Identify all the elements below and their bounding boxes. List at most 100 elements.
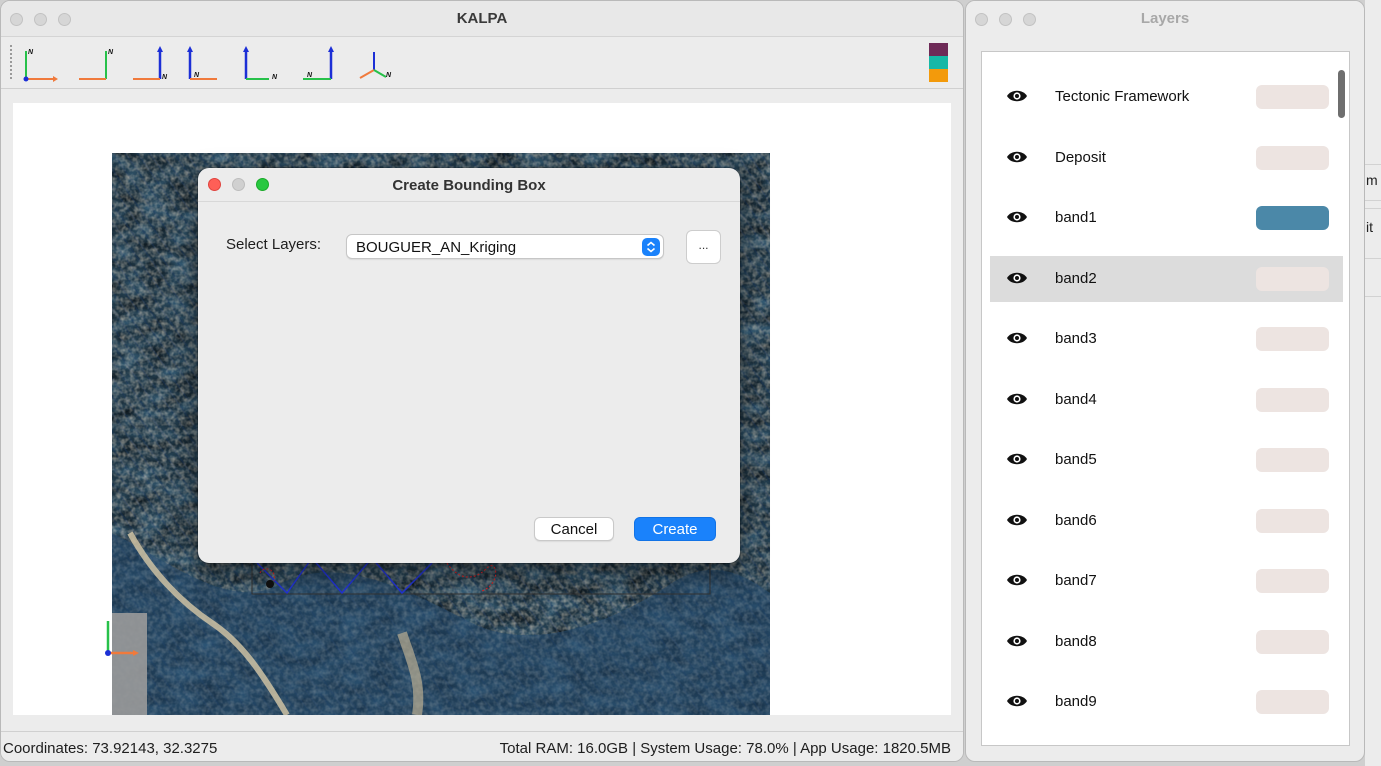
layer-name: Tectonic Framework	[1055, 88, 1190, 105]
selected-layer-value: BOUGUER_AN_Kriging	[356, 239, 517, 256]
north-label: N	[194, 72, 200, 79]
eye-visibility-icon[interactable]	[1006, 572, 1028, 588]
view-button-1[interactable]: N	[19, 43, 61, 85]
browse-layers-button[interactable]: ...	[686, 230, 721, 264]
layer-color-swatch[interactable]	[1256, 85, 1329, 109]
layer-row[interactable]: Deposit	[990, 135, 1343, 181]
coordinates-readout: Coordinates: 73.92143, 32.3275	[3, 740, 218, 757]
background-text-fragment: m	[1366, 172, 1378, 188]
layer-row[interactable]: band7	[990, 558, 1343, 604]
eye-visibility-icon[interactable]	[1006, 149, 1028, 165]
eye-visibility-icon[interactable]	[1006, 693, 1028, 709]
dialog-title-separator	[198, 201, 740, 202]
north-label: N	[162, 74, 168, 81]
background-divider	[1365, 164, 1381, 165]
layer-color-swatch[interactable]	[1256, 448, 1329, 472]
layer-name: band9	[1055, 693, 1097, 710]
create-button[interactable]: Create	[634, 517, 716, 541]
layer-color-swatch[interactable]	[1256, 327, 1329, 351]
swatch-orange	[929, 69, 948, 82]
select-layers-label: Select Layers:	[226, 236, 322, 253]
axis-view-4-icon: N	[187, 46, 217, 80]
north-label: N	[386, 72, 392, 79]
view-button-3[interactable]: N	[129, 43, 171, 85]
layer-row[interactable]: band2	[990, 256, 1343, 302]
eye-visibility-icon[interactable]	[1006, 633, 1028, 649]
axis-view-3d-icon: N	[359, 52, 392, 79]
background-text-fragment: it	[1366, 219, 1373, 235]
toolbar-grip[interactable]	[10, 45, 12, 79]
layer-color-swatch[interactable]	[1256, 690, 1329, 714]
north-label: N	[108, 49, 114, 56]
eye-visibility-icon[interactable]	[1006, 512, 1028, 528]
layer-name: band1	[1055, 209, 1097, 226]
dialog-title: Create Bounding Box	[392, 177, 546, 194]
map-axis-indicator	[105, 621, 139, 656]
select-arrows-icon	[642, 238, 660, 256]
north-label: N	[272, 74, 278, 81]
eye-visibility-icon[interactable]	[1006, 209, 1028, 225]
background-divider	[1365, 258, 1381, 259]
swatch-purple	[929, 43, 948, 56]
background-divider	[1365, 200, 1381, 201]
eye-visibility-icon[interactable]	[1006, 88, 1028, 104]
eye-visibility-icon[interactable]	[1006, 451, 1028, 467]
view-toolbar: N N N N N N N	[1, 37, 963, 89]
background-divider	[1365, 296, 1381, 297]
layer-name: band5	[1055, 451, 1097, 468]
layer-row[interactable]: band1	[990, 195, 1343, 241]
layer-color-swatch[interactable]	[1256, 267, 1329, 291]
eye-visibility-icon[interactable]	[1006, 270, 1028, 286]
eye-visibility-icon[interactable]	[1006, 330, 1028, 346]
layer-color-swatch[interactable]	[1256, 206, 1329, 230]
layer-color-swatch[interactable]	[1256, 630, 1329, 654]
axis-view-3-icon: N	[133, 46, 168, 81]
layer-name: band6	[1055, 512, 1097, 529]
layer-color-swatch[interactable]	[1256, 509, 1329, 533]
layer-name: band3	[1055, 330, 1097, 347]
layer-name: band2	[1055, 270, 1097, 287]
layer-row[interactable]: Tectonic Framework	[990, 74, 1343, 120]
color-swatches[interactable]	[929, 43, 948, 82]
status-bar: Coordinates: 73.92143, 32.3275 Total RAM…	[1, 731, 963, 761]
layers-window: Layers Tectonic Framework Deposit band1 ban…	[965, 0, 1365, 762]
axis-view-1-icon: N	[23, 49, 58, 82]
background-divider	[1365, 208, 1381, 209]
north-label: N	[307, 72, 313, 79]
create-bounding-box-dialog: Create Bounding Box Select Layers: BOUGU…	[198, 168, 740, 563]
axis-view-2-icon: N	[79, 49, 114, 80]
layer-select-dropdown[interactable]: BOUGUER_AN_Kriging	[346, 234, 664, 259]
view-button-2[interactable]: N	[75, 43, 117, 85]
view-button-5[interactable]: N	[239, 43, 281, 85]
layer-name: band8	[1055, 633, 1097, 650]
layer-name: Deposit	[1055, 149, 1106, 166]
layers-list[interactable]: Tectonic Framework Deposit band1 band2 band3…	[981, 51, 1350, 746]
layer-row[interactable]: band8	[990, 619, 1343, 665]
layer-row[interactable]: band6	[990, 498, 1343, 544]
background-window-edge	[1365, 0, 1381, 766]
view-button-6[interactable]: N	[297, 43, 339, 85]
layer-color-swatch[interactable]	[1256, 388, 1329, 412]
layer-row[interactable]: band3	[990, 316, 1343, 362]
layers-titlebar: Layers	[966, 1, 1364, 37]
window-title: KALPA	[456, 10, 508, 27]
layers-scrollbar-thumb[interactable]	[1338, 70, 1345, 118]
cancel-button[interactable]: Cancel	[534, 517, 614, 541]
view-button-3d[interactable]: N	[353, 43, 395, 85]
main-titlebar: KALPA	[1, 1, 963, 37]
north-label: N	[28, 49, 34, 56]
swatch-teal	[929, 56, 948, 69]
layer-color-swatch[interactable]	[1256, 569, 1329, 593]
layer-name: band7	[1055, 572, 1097, 589]
layer-row[interactable]: band5	[990, 437, 1343, 483]
axis-view-6-icon: N	[303, 46, 334, 80]
axis-view-5-icon: N	[243, 46, 278, 81]
eye-visibility-icon[interactable]	[1006, 391, 1028, 407]
view-button-4[interactable]: N	[183, 43, 225, 85]
layer-color-swatch[interactable]	[1256, 146, 1329, 170]
memory-usage-readout: Total RAM: 16.0GB | System Usage: 78.0% …	[499, 740, 951, 757]
layer-row[interactable]: band4	[990, 377, 1343, 423]
layer-row[interactable]: band9	[990, 679, 1343, 725]
layers-window-title: Layers	[1140, 10, 1190, 27]
layer-name: band4	[1055, 391, 1097, 408]
